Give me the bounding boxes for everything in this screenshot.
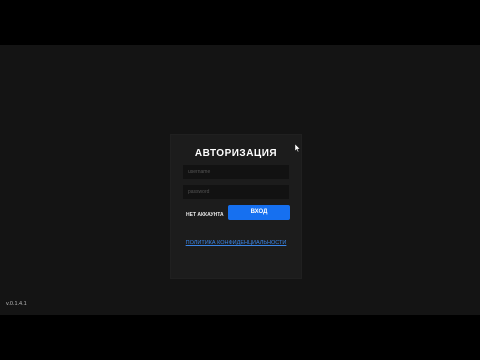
letterbox-bottom: [0, 315, 480, 360]
game-viewport: АВТОРИЗАЦИЯ НЕТ АККАУНТА ВХОД ПОЛИТИКА К…: [0, 45, 480, 315]
no-account-button[interactable]: НЕТ АККАУНТА: [186, 210, 226, 220]
version-label: v.0.1.4.1: [6, 301, 27, 307]
mouse-pointer-icon-shape: [294, 143, 301, 153]
login-button[interactable]: ВХОД: [228, 205, 290, 220]
letterbox-top: [0, 0, 480, 45]
login-title: АВТОРИЗАЦИЯ: [194, 148, 278, 159]
login-panel: АВТОРИЗАЦИЯ НЕТ АККАУНТА ВХОД: [171, 135, 301, 278]
username-input[interactable]: [183, 165, 289, 179]
privacy-policy-link[interactable]: ПОЛИТИКА КОНФИДЕНЦИАЛЬНОСТИ: [160, 240, 312, 246]
password-input[interactable]: [183, 185, 289, 199]
